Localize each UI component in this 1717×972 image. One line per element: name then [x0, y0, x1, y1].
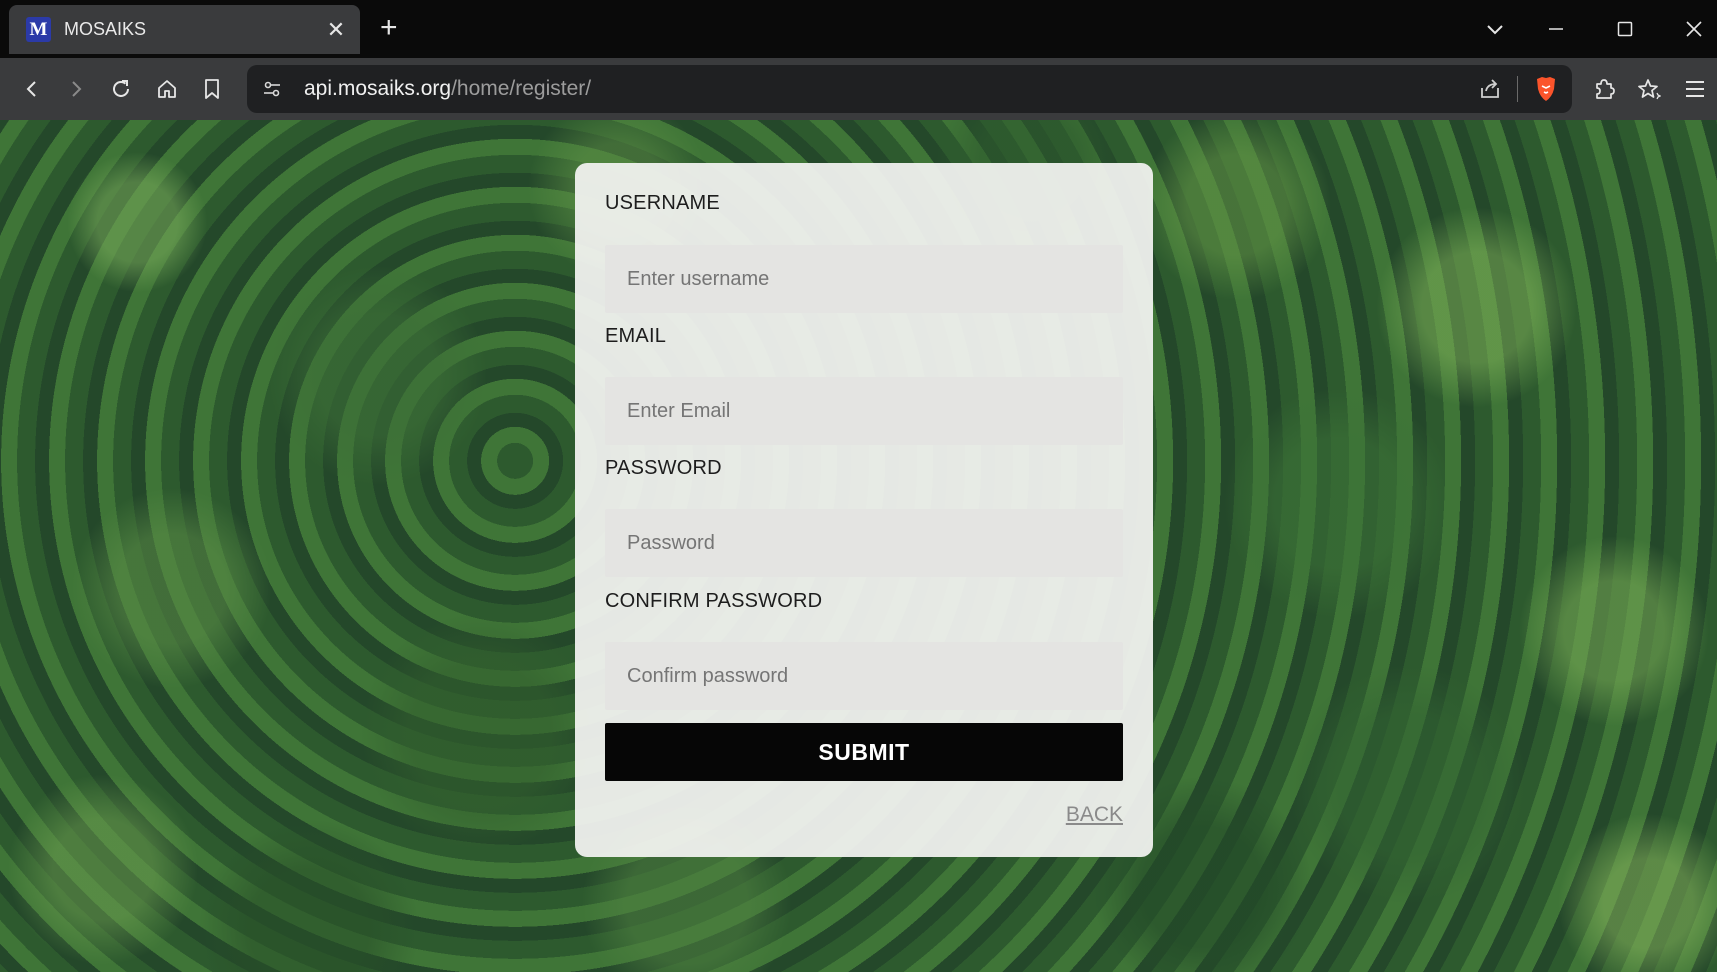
- url-text[interactable]: api.mosaiks.org/home/register/: [304, 77, 1477, 101]
- separator: [1517, 76, 1518, 102]
- arrow-right-icon[interactable]: [61, 74, 91, 104]
- address-bar-actions: [1477, 75, 1560, 103]
- browser-toolbar: api.mosaiks.org/home/register/: [0, 58, 1717, 120]
- username-input[interactable]: [605, 245, 1123, 313]
- url-host: api.mosaiks.org: [304, 77, 452, 100]
- back-link[interactable]: BACK: [1066, 803, 1123, 827]
- tune-icon[interactable]: [260, 77, 284, 101]
- hamburger-menu-icon[interactable]: [1680, 74, 1710, 104]
- close-window-icon[interactable]: [1679, 14, 1709, 44]
- minimize-icon[interactable]: [1541, 14, 1571, 44]
- url-path: /home/register/: [451, 77, 592, 100]
- sparkle-star-icon[interactable]: [1634, 74, 1664, 104]
- brave-lion-icon[interactable]: [1532, 75, 1560, 103]
- tab-strip: M MOSAIKS ✕ +: [0, 0, 1717, 58]
- share-icon[interactable]: [1477, 76, 1503, 102]
- confirm-password-input[interactable]: [605, 642, 1123, 710]
- submit-button[interactable]: SUBMIT: [605, 723, 1123, 781]
- puzzle-icon[interactable]: [1589, 74, 1619, 104]
- register-form-card: USERNAME EMAIL PASSWORD CONFIRM PASSWORD…: [575, 163, 1153, 857]
- username-label: USERNAME: [605, 192, 720, 214]
- email-label: EMAIL: [605, 325, 667, 347]
- bookmark-icon[interactable]: [197, 74, 227, 104]
- page-background: USERNAME EMAIL PASSWORD CONFIRM PASSWORD…: [0, 120, 1717, 972]
- close-icon[interactable]: ✕: [326, 17, 346, 43]
- password-input[interactable]: [605, 509, 1123, 577]
- arrow-left-icon[interactable]: [17, 74, 47, 104]
- chevron-down-icon[interactable]: [1480, 14, 1510, 44]
- tab-title: MOSAIKS: [64, 19, 147, 39]
- password-label: PASSWORD: [605, 457, 722, 479]
- address-bar[interactable]: api.mosaiks.org/home/register/: [247, 65, 1572, 113]
- email-input[interactable]: [605, 377, 1123, 445]
- maximize-icon[interactable]: [1610, 14, 1640, 44]
- home-icon[interactable]: [152, 74, 182, 104]
- reload-icon[interactable]: [106, 74, 136, 104]
- browser-tab[interactable]: M MOSAIKS ✕: [9, 5, 360, 54]
- plus-icon[interactable]: +: [380, 12, 398, 44]
- confirm-password-label: CONFIRM PASSWORD: [605, 590, 823, 612]
- mosaiks-favicon-icon: M: [26, 17, 51, 42]
